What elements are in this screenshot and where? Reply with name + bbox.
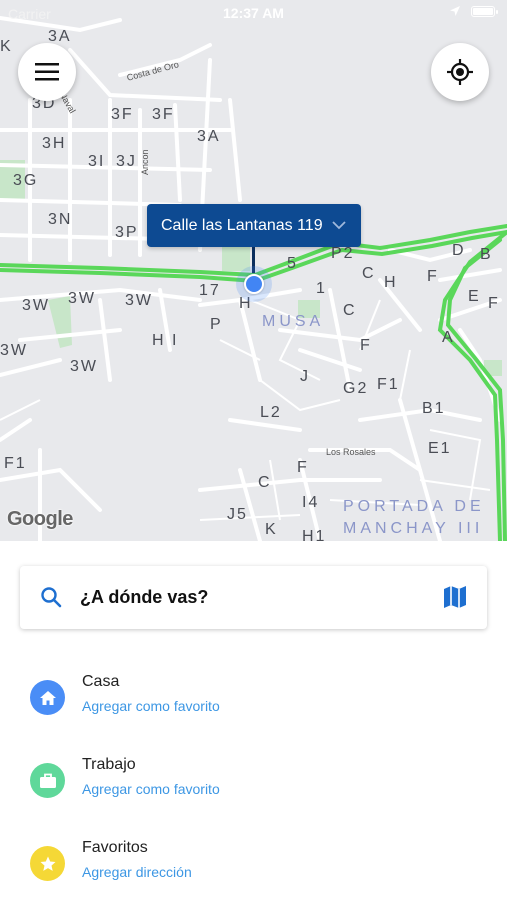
map-label: 3A [197,128,221,145]
google-logo: Google [7,508,73,530]
map-label: 3W [68,290,96,307]
briefcase-icon-badge [30,763,65,798]
map-label: P2 [331,245,355,262]
map-label: 1 [316,280,327,297]
map-label: B [480,246,493,263]
clock: 12:37 AM [223,5,284,21]
map-label: 3J [116,153,137,170]
home-icon [39,690,56,705]
map-label: F1 [377,376,400,393]
destination-search-box[interactable]: ¿A dónde vas? [20,566,487,629]
favorite-row-work[interactable]: Trabajo Agregar como favorito [0,748,507,818]
pickup-address-text: Calle las Lantanas 119 [161,216,323,234]
map-label: PORTADA DE [343,498,485,515]
map-label: J [300,368,310,385]
map-label: I4 [302,494,320,511]
crosshair-icon [447,59,473,85]
map-view[interactable]: 3A 3D 3F 3F 3A 3H 3I 3J 3G 3N 3P 3W 3W 3W 3W 3W 17 H 5 P2 1 C… [0,0,507,541]
bottom-sheet: ¿A dónde vas? Casa Agregar como favorito [0,541,507,900]
map-label: 3I [88,153,106,170]
map-icon[interactable] [443,585,467,614]
map-label: J5 [227,506,248,523]
map-label: 3W [125,292,153,309]
map-label: 3F [152,106,175,123]
map-label: 3N [48,211,73,228]
map-label: D [452,242,466,259]
favorite-subtitle[interactable]: Agregar dirección [82,864,192,880]
status-bar: Carrier 12:37 AM [0,0,507,28]
map-label: L2 [260,404,282,421]
briefcase-icon [39,773,56,788]
favorite-subtitle[interactable]: Agregar como favorito [82,698,220,714]
map-label: MANCHAY III [343,520,484,537]
chevron-down-icon [331,221,346,230]
favorite-title: Trabajo [82,756,136,773]
destination-placeholder: ¿A dónde vas? [80,587,209,607]
map-label: 17 [199,282,221,299]
map-label: C [362,265,376,282]
map-label: A [442,329,455,346]
map-label: Los Rosales [326,447,376,457]
favorite-title: Favoritos [82,839,148,856]
map-label: H1 [302,528,327,541]
favorite-row-home[interactable]: Casa Agregar como favorito [0,665,507,735]
map-label: Ancon [140,149,150,175]
map-label: P [210,316,223,333]
map-label: 3G [13,172,39,189]
home-icon-badge [30,680,65,715]
current-location-dot [244,274,264,294]
star-icon-badge [30,846,65,881]
map-label: G2 [343,380,369,397]
favorite-subtitle[interactable]: Agregar como favorito [82,781,220,797]
search-icon [40,586,62,613]
favorite-row-saved[interactable]: Favoritos Agregar dirección [0,831,507,900]
map-label: K [0,38,13,55]
map-label: B1 [422,400,446,417]
location-arrow-icon [450,6,460,16]
map-label: MUSA [262,313,325,330]
favorite-title: Casa [82,673,120,690]
map-label: H I [152,332,179,349]
map-label: 3W [0,342,28,359]
pickup-address-callout[interactable]: Calle las Lantanas 119 [147,204,361,247]
map-label: F [297,459,309,476]
map-label: 3H [42,135,67,152]
star-icon [40,856,55,871]
my-location-button[interactable] [431,43,489,101]
map-label: 5 [287,255,298,272]
map-label: C [343,302,357,319]
map-label: F [360,337,372,354]
map-label: K [265,521,278,538]
map-label: C [258,474,272,491]
map-label: E [468,288,481,305]
map-label: 3P [115,224,139,241]
hamburger-icon [35,63,59,81]
map-label: F [427,268,439,285]
map-label: F [488,295,500,312]
map-label: H [384,274,398,291]
map-label: 3W [22,297,50,314]
menu-button[interactable] [18,43,76,101]
map-label: 3W [70,358,98,375]
battery-icon [471,5,498,17]
map-label: 3F [111,106,134,123]
map-label: E1 [428,440,452,457]
map-label: F1 [4,455,27,472]
